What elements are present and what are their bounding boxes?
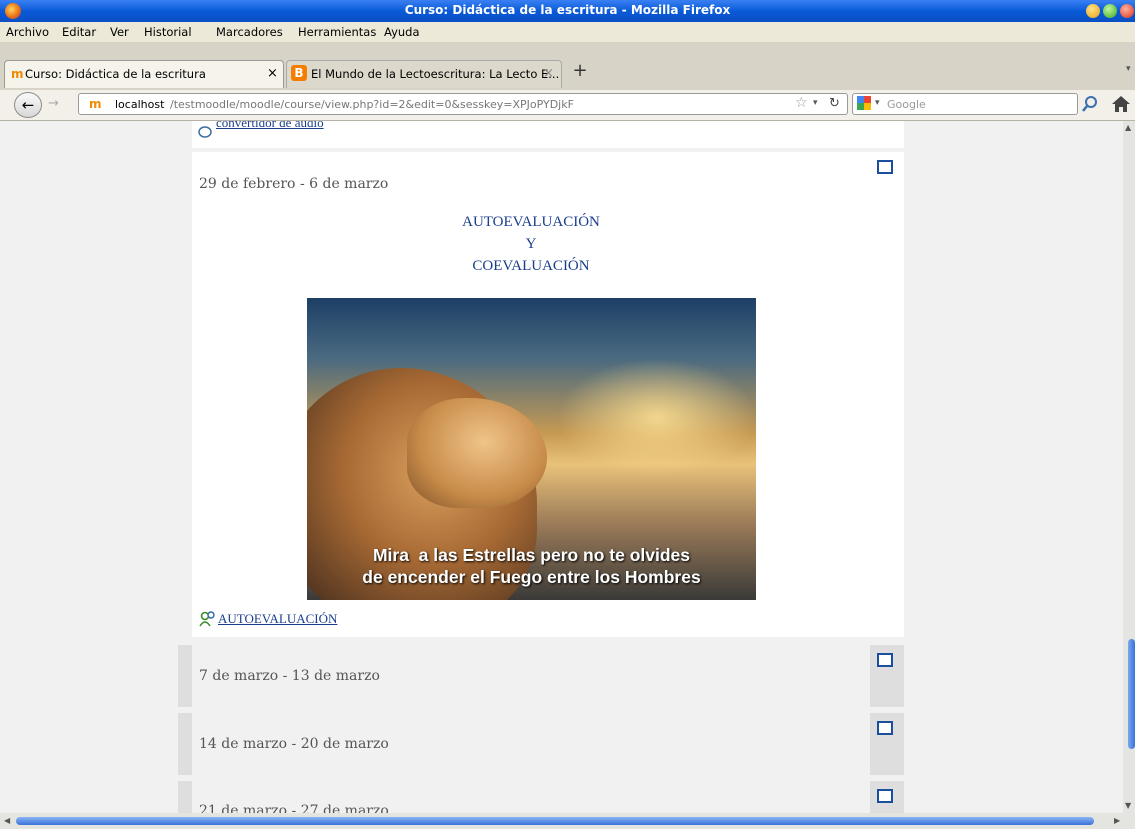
section-toggle-icon[interactable] [877, 160, 893, 174]
section-left-margin [178, 713, 192, 775]
scroll-up-arrow-icon[interactable]: ▲ [1125, 123, 1131, 132]
autoevaluacion-link[interactable]: AUTOEVALUACIÓN [218, 611, 337, 627]
search-magnifier-icon[interactable] [1080, 94, 1100, 114]
caption-line-1: Mira a las Estrellas pero no te olvides [372, 545, 691, 565]
section-heading: AUTOEVALUACIÓN Y COEVALUACIÓN [192, 211, 870, 277]
close-window-button[interactable] [1120, 4, 1134, 18]
menu-marcadores[interactable]: Marcadores [216, 25, 283, 39]
minimize-button[interactable] [1086, 4, 1100, 18]
scroll-down-arrow-icon[interactable]: ▼ [1125, 801, 1131, 810]
section-left-margin [178, 152, 192, 637]
tab-label: El Mundo de la Lectoescritura: La Lecto … [311, 67, 560, 81]
users-icon [199, 611, 217, 627]
moodle-icon: m [11, 67, 24, 81]
tab-list-chevron-icon[interactable]: ▾ [1126, 64, 1131, 74]
new-tab-button[interactable]: + [568, 60, 592, 86]
url-host: localhost [115, 98, 165, 111]
history-dropdown-icon[interactable]: ▾ [813, 98, 818, 108]
menu-editar[interactable]: Editar [62, 25, 96, 39]
section-date: 14 de marzo - 20 de marzo [199, 736, 389, 752]
tab-close-icon[interactable]: × [543, 66, 554, 81]
menu-bar: Archivo Editar Ver Historial Marcadores … [0, 22, 1135, 42]
menu-ayuda[interactable]: Ayuda [384, 25, 420, 39]
search-placeholder: Google [887, 98, 926, 111]
section-date: 29 de febrero - 6 de marzo [199, 176, 389, 192]
vertical-scroll-thumb[interactable] [1128, 639, 1135, 749]
site-identity-icon[interactable]: m [89, 97, 102, 111]
engine-dropdown-icon[interactable]: ▾ [875, 98, 880, 108]
horizontal-scrollbar[interactable]: ◀ ▶ [0, 813, 1135, 829]
menu-archivo[interactable]: Archivo [6, 25, 49, 39]
blogger-icon: B [291, 65, 307, 81]
window-titlebar: Curso: Didáctica de la escritura - Mozil… [0, 0, 1135, 22]
url-path: /testmoodle/moodle/course/view.php?id=2&… [170, 98, 574, 111]
google-engine-icon[interactable] [857, 96, 871, 110]
section-toggle-icon[interactable] [877, 789, 893, 803]
caption-line-2: de encender el Fuego entre los Hombres [362, 567, 701, 587]
search-bar[interactable]: ▾ Google [852, 93, 1078, 115]
forward-arrow-icon[interactable]: → [48, 96, 59, 111]
url-bar[interactable]: m localhost /testmoodle/moodle/course/vi… [78, 93, 848, 115]
section-toggle-icon[interactable] [877, 721, 893, 735]
home-icon[interactable] [1110, 93, 1132, 115]
lion-face [407, 398, 547, 508]
window-title: Curso: Didáctica de la escritura - Mozil… [404, 3, 731, 17]
convertidor-audio-link[interactable]: convertidor de audio [216, 121, 324, 131]
back-button[interactable]: ← [14, 92, 42, 118]
section-date: 21 de marzo - 27 de marzo [199, 803, 389, 813]
menu-ver[interactable]: Ver [110, 25, 129, 39]
section-left-margin [178, 645, 192, 707]
heading-line-1: AUTOEVALUACIÓN [462, 214, 600, 230]
audio-resource-icon [198, 123, 212, 138]
previous-section-right [870, 121, 904, 148]
sunlight-glow [557, 358, 756, 478]
bookmark-star-icon[interactable]: ☆ [795, 95, 808, 111]
section-left-margin [178, 781, 192, 813]
section-right-margin [870, 152, 904, 637]
vertical-scrollbar[interactable]: ▲ ▼ [1123, 121, 1135, 813]
reload-icon[interactable]: ↻ [829, 96, 840, 111]
scroll-left-arrow-icon[interactable]: ◀ [4, 816, 10, 825]
heading-line-3: COEVALUACIÓN [472, 258, 590, 274]
heading-line-2: Y [525, 236, 537, 252]
menu-herramientas[interactable]: Herramientas [298, 25, 376, 39]
image-caption: Mira a las Estrellas pero no te olvides … [307, 544, 756, 588]
section-toggle-icon[interactable] [877, 653, 893, 667]
horizontal-scroll-thumb[interactable] [16, 817, 1094, 825]
tab-curso[interactable]: m Curso: Didáctica de la escritura × [4, 60, 284, 88]
menu-historial[interactable]: Historial [144, 25, 192, 39]
lion-image: Mira a las Estrellas pero no te olvides … [307, 298, 756, 600]
scroll-right-arrow-icon[interactable]: ▶ [1114, 816, 1120, 825]
maximize-button[interactable] [1103, 4, 1117, 18]
tab-close-icon[interactable]: × [267, 66, 278, 81]
back-arrow-icon: ← [21, 96, 35, 114]
page-content: convertidor de audio 29 de febrero - 6 d… [0, 121, 1123, 813]
tab-label: Curso: Didáctica de la escritura [25, 67, 206, 81]
tab-lectoescritura[interactable]: B El Mundo de la Lectoescritura: La Lect… [286, 60, 562, 88]
section-date: 7 de marzo - 13 de marzo [199, 668, 380, 684]
